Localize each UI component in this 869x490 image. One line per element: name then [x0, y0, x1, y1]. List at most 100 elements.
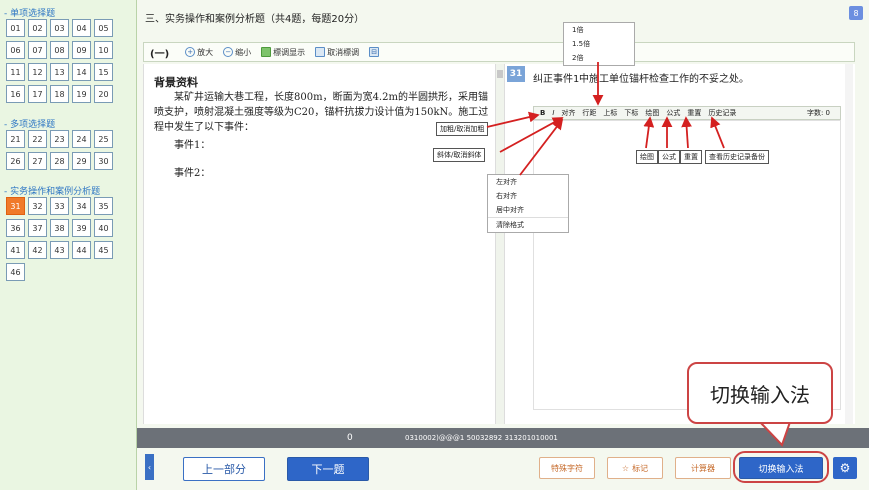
bold-callout: 加粗/取消加粗 — [436, 122, 489, 136]
line-height-option[interactable]: 2倍 — [564, 51, 634, 65]
answer-scrollbar[interactable] — [845, 64, 853, 424]
material-toolbar: (一) + 放大 − 缩小 標调显示 取消標调 ⊟ — [143, 42, 855, 62]
section-title-single: 单项选择题 — [4, 6, 55, 19]
gear-icon[interactable]: ⚙ — [833, 457, 857, 479]
question-38-button[interactable]: 38 — [50, 219, 69, 237]
question-32-button[interactable]: 32 — [28, 197, 47, 215]
question-26-button[interactable]: 26 — [6, 152, 25, 170]
line-height-option[interactable]: 1倍 — [564, 23, 634, 37]
zoom-in-icon: + — [185, 47, 196, 57]
align-option[interactable]: 居中对齐 — [488, 203, 568, 217]
question-20-button[interactable]: 20 — [94, 85, 113, 103]
word-count: 字数: 0 — [806, 109, 830, 117]
italic-callout: 斜体/取消斜体 — [433, 148, 486, 162]
question-22-button[interactable]: 22 — [28, 130, 47, 148]
reset-button[interactable]: 重置 — [687, 108, 701, 118]
question-02-button[interactable]: 02 — [28, 19, 47, 37]
question-25-button[interactable]: 25 — [94, 130, 113, 148]
question-04-button[interactable]: 04 — [72, 19, 91, 37]
question-24-button[interactable]: 24 — [72, 130, 91, 148]
single-choice-grid: 01 02 03 04 05 06 07 08 09 10 11 12 13 14 15 16 17 18 19 20 — [6, 19, 113, 103]
question-18-button[interactable]: 18 — [50, 85, 69, 103]
bold-button[interactable]: B — [540, 109, 545, 117]
line-height-button[interactable]: 行距 — [582, 108, 596, 118]
corner-icon[interactable]: 8 — [849, 6, 863, 20]
special-chars-button[interactable]: 特殊字符 — [539, 457, 595, 479]
question-16-button[interactable]: 16 — [6, 85, 25, 103]
multiple-choice-grid: 21 22 23 24 25 26 27 28 29 30 — [6, 130, 113, 170]
line-height-option[interactable]: 1.5倍 — [564, 37, 634, 51]
question-19-button[interactable]: 19 — [72, 85, 91, 103]
section-header: 三、实务操作和案例分析题（共4题，每题20分） — [145, 14, 365, 25]
zoom-out-button[interactable]: − 缩小 — [223, 47, 251, 58]
question-17-button[interactable]: 17 — [28, 85, 47, 103]
layout-icon: ⊟ — [369, 47, 380, 57]
superscript-button[interactable]: 上标 — [603, 108, 617, 118]
question-nav-sidebar: 单项选择题 0102030405 0607080910 1112131415 1617… — [0, 0, 137, 490]
draw-button[interactable]: 绘图 — [645, 108, 659, 118]
question-46-button[interactable]: 46 — [6, 263, 25, 281]
question-21-button[interactable]: 21 — [6, 130, 25, 148]
formula-callout: 公式 — [658, 150, 680, 164]
calculator-button[interactable]: 计算器 — [675, 457, 731, 479]
mark-button[interactable]: ☆ 标记 — [607, 457, 663, 479]
question-28-button[interactable]: 28 — [50, 152, 69, 170]
question-39-button[interactable]: 39 — [72, 219, 91, 237]
question-36-button[interactable]: 36 — [6, 219, 25, 237]
question-29-button[interactable]: 29 — [72, 152, 91, 170]
draw-callout: 绘图 — [636, 150, 658, 164]
question-35-button[interactable]: 35 — [94, 197, 113, 215]
layout-toggle-button[interactable]: ⊟ — [369, 47, 380, 57]
question-34-button[interactable]: 34 — [72, 197, 91, 215]
question-11-button[interactable]: 11 — [6, 63, 25, 81]
question-30-button[interactable]: 30 — [94, 152, 113, 170]
align-button[interactable]: 对齐 — [561, 108, 575, 118]
pane-divider[interactable] — [495, 64, 505, 424]
question-text: 纠正事件1中施工单位锚杆检查工作的不妥之处。 — [533, 74, 750, 85]
question-05-button[interactable]: 05 — [94, 19, 113, 37]
question-03-button[interactable]: 03 — [50, 19, 69, 37]
section-title-multiple: 多项选择题 — [4, 117, 55, 130]
clear-format-option[interactable]: 清除格式 — [488, 217, 568, 232]
collapse-sidebar-button[interactable]: ‹ — [145, 454, 154, 480]
question-01-button[interactable]: 01 — [6, 19, 25, 37]
question-23-button[interactable]: 23 — [50, 130, 69, 148]
history-callout: 查看历史记录备份 — [705, 150, 769, 164]
align-option[interactable]: 左对齐 — [488, 175, 568, 189]
history-button[interactable]: 历史记录 — [708, 108, 736, 118]
question-09-button[interactable]: 09 — [72, 41, 91, 59]
question-10-button[interactable]: 10 — [94, 41, 113, 59]
question-31-button[interactable]: 31 — [6, 197, 25, 215]
formula-button[interactable]: 公式 — [666, 108, 680, 118]
next-question-button[interactable]: 下一题 — [287, 457, 369, 481]
subscript-button[interactable]: 下标 — [624, 108, 638, 118]
question-06-button[interactable]: 06 — [6, 41, 25, 59]
editor-toolbar: B I 对齐 行距 上标 下标 绘图 公式 重置 历史记录 字数: 0 — [533, 106, 841, 120]
question-08-button[interactable]: 08 — [50, 41, 69, 59]
question-44-button[interactable]: 44 — [72, 241, 91, 259]
question-07-button[interactable]: 07 — [28, 41, 47, 59]
question-15-button[interactable]: 15 — [94, 63, 113, 81]
question-33-button[interactable]: 33 — [50, 197, 69, 215]
question-12-button[interactable]: 12 — [28, 63, 47, 81]
prev-part-button[interactable]: 上一部分 — [183, 457, 265, 481]
question-40-button[interactable]: 40 — [94, 219, 113, 237]
question-37-button[interactable]: 37 — [28, 219, 47, 237]
highlight-button[interactable]: 標调显示 — [261, 47, 305, 58]
material-title: 背景资料 — [154, 76, 198, 89]
unhighlight-button[interactable]: 取消標调 — [315, 47, 359, 58]
zoom-in-button[interactable]: + 放大 — [185, 47, 213, 58]
italic-button[interactable]: I — [552, 109, 554, 117]
align-option[interactable]: 右对齐 — [488, 189, 568, 203]
question-45-button[interactable]: 45 — [94, 241, 113, 259]
question-42-button[interactable]: 42 — [28, 241, 47, 259]
event-1-label: 事件1： — [174, 140, 211, 151]
section-title-case: 实务操作和案例分析题 — [4, 184, 100, 197]
question-41-button[interactable]: 41 — [6, 241, 25, 259]
question-43-button[interactable]: 43 — [50, 241, 69, 259]
question-14-button[interactable]: 14 — [72, 63, 91, 81]
question-27-button[interactable]: 27 — [28, 152, 47, 170]
question-number: 31 — [507, 66, 525, 82]
question-13-button[interactable]: 13 — [50, 63, 69, 81]
scroll-thumb[interactable] — [497, 70, 503, 78]
